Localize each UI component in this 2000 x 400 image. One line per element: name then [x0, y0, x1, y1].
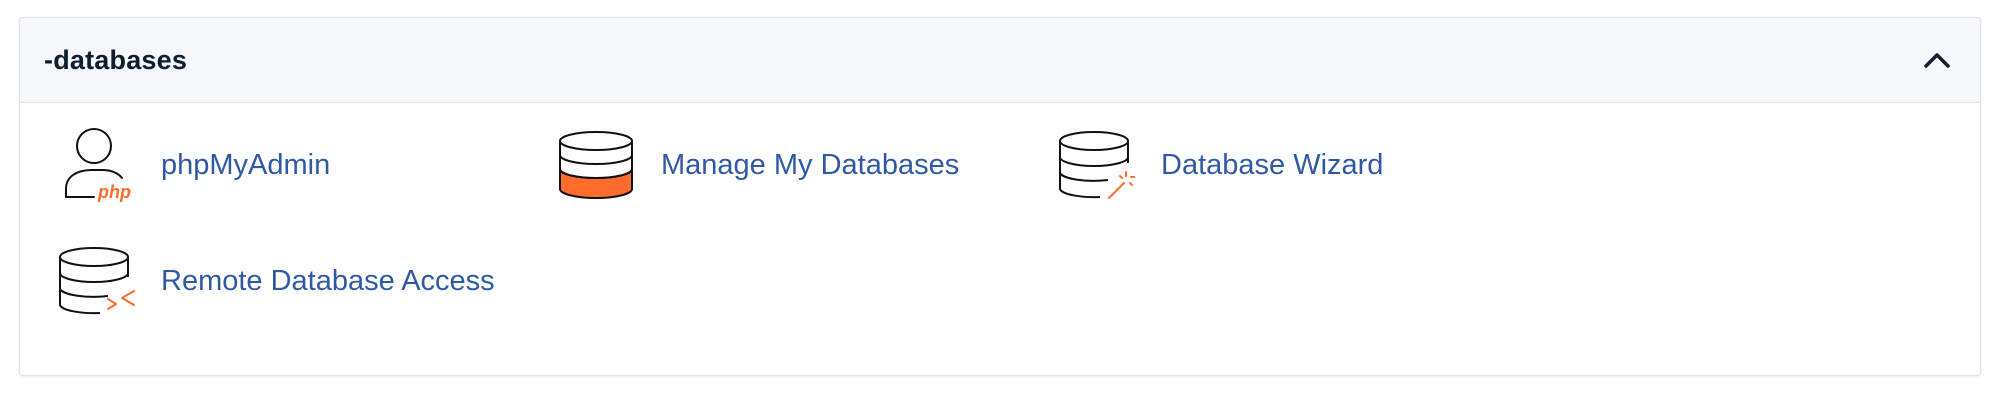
phpmyadmin-icon: php — [56, 125, 136, 205]
databases-panel: -databases php phpMyAdmin Manage My Data… — [19, 17, 1981, 376]
remote-database-icon — [56, 241, 136, 321]
tool-database-wizard[interactable]: Database Wizard — [1056, 125, 1383, 205]
collapse-button[interactable] — [1917, 40, 1957, 80]
panel-body: php phpMyAdmin Manage My Databases Datab… — [20, 103, 1980, 373]
panel-title: -databases — [44, 44, 188, 75]
tool-phpmyadmin[interactable]: php phpMyAdmin — [56, 125, 330, 205]
panel-header[interactable]: -databases — [20, 18, 1980, 103]
tool-remote-database-access[interactable]: Remote Database Access — [56, 241, 495, 321]
tool-manage-databases[interactable]: Manage My Databases — [556, 125, 959, 205]
php-icon-text: php — [97, 182, 131, 202]
tool-label[interactable]: Database Wizard — [1161, 149, 1383, 182]
database-wizard-icon — [1056, 125, 1136, 205]
database-icon — [556, 125, 636, 205]
tool-label[interactable]: phpMyAdmin — [161, 149, 330, 182]
tool-label[interactable]: Remote Database Access — [161, 265, 495, 298]
tool-label[interactable]: Manage My Databases — [661, 149, 959, 182]
chevron-up-icon — [1924, 53, 1950, 68]
